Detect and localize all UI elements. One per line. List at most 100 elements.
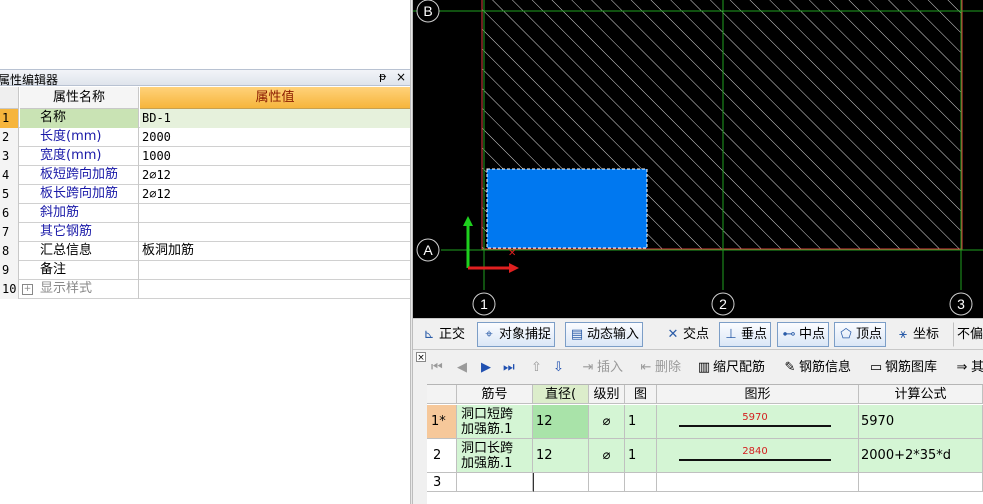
rebar-shape-length-label: 5970: [742, 412, 768, 423]
rebar-toolbar: ⏮ ◀ ▶ ⏭ ⇧ ⇩ ⇥ 插入 ⇤ 删除 ▥ 缩尺配筋 ✎ 钢筋信息 ▭ 钢筋图库 ⇒ 其: [413, 356, 983, 380]
rebar-info-button[interactable]: ✎ 钢筋信息: [783, 358, 851, 378]
property-name: 板短跨向加筋: [20, 166, 139, 185]
last-record-icon[interactable]: ⏭: [503, 358, 515, 378]
rebar-formula-cell[interactable]: 5970: [859, 405, 983, 439]
rebar-figure-cell[interactable]: [625, 473, 657, 492]
rebar-shape-line: [679, 459, 831, 461]
rebar-formula-cell[interactable]: [859, 473, 983, 492]
rebar-grade-cell[interactable]: ⌀: [589, 405, 625, 439]
rebar-name-cell[interactable]: 洞口长跨 加强筋.1: [457, 439, 533, 473]
property-grid-header: 属性名称 属性值: [0, 87, 410, 109]
property-row[interactable]: 10 + 显示样式: [0, 280, 410, 299]
rebar-header-corner: [427, 385, 457, 404]
midpoint-button[interactable]: ⊷ 中点: [777, 322, 830, 347]
property-row[interactable]: 5 板长跨向加筋 2⌀12: [0, 185, 410, 204]
rebar-shape-cell[interactable]: [657, 473, 859, 492]
dynamic-input-button[interactable]: ▤ 动态输入: [565, 322, 644, 347]
property-value[interactable]: 2000: [140, 128, 410, 147]
expand-icon[interactable]: +: [22, 284, 33, 295]
property-value[interactable]: BD-1: [140, 109, 410, 128]
rebar-shape-line: [679, 425, 831, 427]
object-snap-button[interactable]: ⌖ 对象捕捉: [477, 322, 556, 347]
property-row[interactable]: 6 斜加筋: [0, 204, 410, 223]
rebar-library-button[interactable]: ▭ 钢筋图库: [869, 358, 937, 378]
rebar-library-label: 钢筋图库: [885, 360, 938, 375]
rebar-diameter-cell[interactable]: [533, 473, 589, 492]
rebar-name-line1: 洞口短跨: [461, 407, 514, 422]
first-record-icon[interactable]: ⏮: [431, 358, 443, 378]
property-row[interactable]: 1 名称 BD-1: [0, 109, 410, 128]
axis-label-1: 1: [480, 296, 488, 312]
rebar-formula-cell[interactable]: 2000+2*35*d: [859, 439, 983, 473]
row-number: 4: [0, 166, 19, 185]
property-row[interactable]: 9 备注: [0, 261, 410, 280]
rebar-figure-cell[interactable]: 1: [625, 405, 657, 439]
drawing-canvas[interactable]: B A 1 2 3 ✕: [413, 0, 983, 318]
axis-label-2: 2: [719, 296, 727, 312]
property-value[interactable]: 1000: [140, 147, 410, 166]
snap-icon: ⌖: [485, 327, 493, 342]
slab-opening-bd1[interactable]: [486, 168, 648, 249]
vertex-button[interactable]: ⬠ 顶点: [834, 322, 887, 347]
close-icon[interactable]: ×: [396, 70, 406, 84]
rebar-grade-cell[interactable]: [589, 473, 625, 492]
object-snap-label: 对象捕捉: [499, 327, 552, 342]
no-offset-button[interactable]: 不偏: [953, 322, 983, 347]
header-property-value: 属性值: [140, 87, 410, 109]
property-value[interactable]: 板洞加筋: [140, 242, 410, 261]
property-editor-title: 属性编辑器: [0, 73, 59, 87]
rebar-diameter-cell[interactable]: 12: [533, 439, 589, 473]
property-row[interactable]: 2 长度(mm) 2000: [0, 128, 410, 147]
intersection-button[interactable]: ✕ 交点: [661, 322, 713, 347]
delete-button[interactable]: ⇤ 删除: [639, 358, 681, 378]
rebar-shape-cell[interactable]: 2840: [657, 439, 859, 473]
property-name: + 显示样式: [20, 280, 139, 299]
insert-button[interactable]: ⇥ 插入: [581, 358, 623, 378]
row-number: 7: [0, 223, 19, 242]
rebar-name-cell[interactable]: 洞口短跨 加强筋.1: [457, 405, 533, 439]
rebar-header-figure[interactable]: 图: [625, 385, 657, 404]
rebar-header-bar-number[interactable]: 筋号: [457, 385, 533, 404]
insert-label: 插入: [597, 360, 624, 375]
rebar-info-icon: ✎: [784, 360, 796, 375]
property-row[interactable]: 4 板短跨向加筋 2⌀12: [0, 166, 410, 185]
other-icon: ⇒: [956, 360, 968, 375]
rebar-header-diameter[interactable]: 直径(: [533, 385, 589, 404]
property-name: 板长跨向加筋: [20, 185, 139, 204]
property-row[interactable]: 8 汇总信息 板洞加筋: [0, 242, 410, 261]
dynamic-input-label: 动态输入: [587, 327, 640, 342]
property-value[interactable]: [140, 204, 410, 223]
property-value[interactable]: 2⌀12: [140, 166, 410, 185]
rebar-grade-cell[interactable]: ⌀: [589, 439, 625, 473]
scale-rebar-button[interactable]: ▥ 缩尺配筋: [697, 358, 765, 378]
rebar-row-number[interactable]: 1*: [427, 405, 457, 439]
snap-toolbar: ⊾ 正交 ⌖ 对象捕捉 ▤ 动态输入 ✕ 交点 ⊥ 垂点 ⊷ 中点 ⬠ 顶点 ⚹ 坐标 不偏: [413, 318, 983, 350]
pin-icon[interactable]: ᵽ: [379, 70, 386, 83]
property-row[interactable]: 3 宽度(mm) 1000: [0, 147, 410, 166]
property-value[interactable]: [140, 280, 410, 299]
property-row[interactable]: 7 其它钢筋: [0, 223, 410, 242]
rebar-figure-cell[interactable]: 1: [625, 439, 657, 473]
rebar-shape-cell[interactable]: 5970: [657, 405, 859, 439]
previous-record-icon[interactable]: ◀: [457, 358, 467, 378]
rebar-row-number[interactable]: 3: [427, 473, 457, 492]
rebar-row-number[interactable]: 2: [427, 439, 457, 473]
ortho-button[interactable]: ⊾ 正交: [417, 322, 469, 347]
property-value[interactable]: 2⌀12: [140, 185, 410, 204]
property-name: 其它钢筋: [20, 223, 139, 242]
move-down-icon[interactable]: ⇩: [553, 358, 564, 378]
perpendicular-button[interactable]: ⊥ 垂点: [719, 322, 772, 347]
property-value[interactable]: [140, 223, 410, 242]
rebar-header-grade[interactable]: 级别: [589, 385, 625, 404]
other-button[interactable]: ⇒ 其: [955, 358, 983, 378]
no-offset-label: 不偏: [957, 327, 983, 342]
property-name-label: 显示样式: [40, 281, 93, 296]
rebar-header-formula[interactable]: 计算公式: [859, 385, 983, 404]
move-up-icon[interactable]: ⇧: [531, 358, 542, 378]
rebar-diameter-cell[interactable]: 12: [533, 405, 589, 439]
rebar-name-cell[interactable]: [457, 473, 533, 492]
rebar-header-shape[interactable]: 图形: [657, 385, 859, 404]
next-record-icon[interactable]: ▶: [481, 358, 491, 378]
coordinate-button[interactable]: ⚹ 坐标: [891, 322, 943, 347]
property-value[interactable]: [140, 261, 410, 280]
